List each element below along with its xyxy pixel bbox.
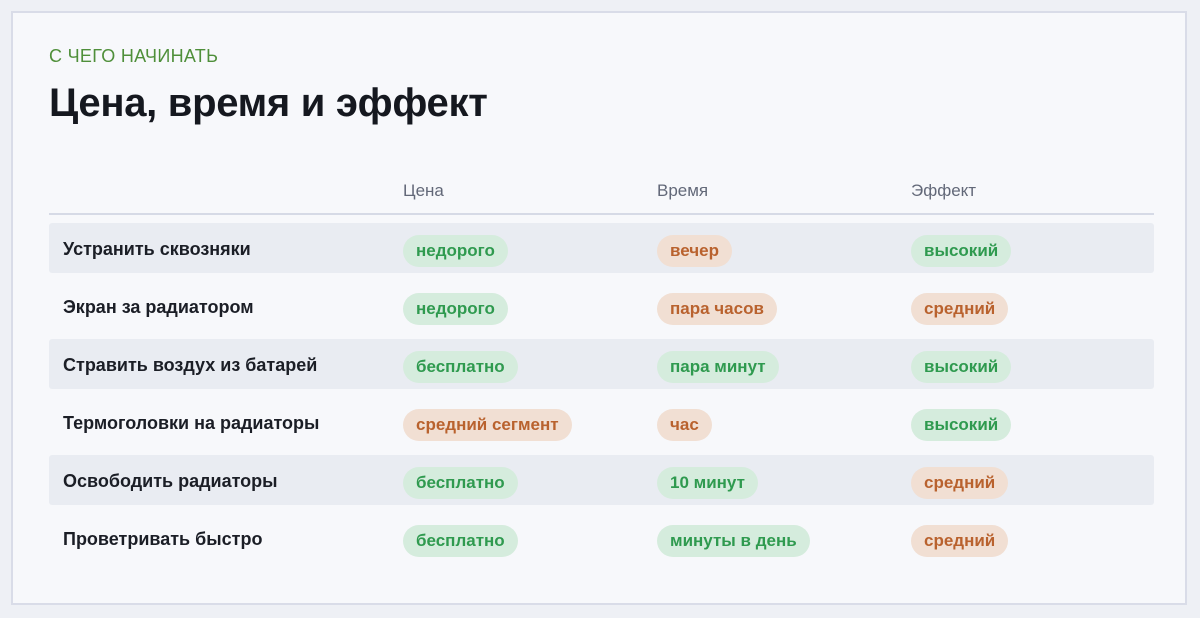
time-badge: пара часов bbox=[657, 293, 777, 325]
row-label: Экран за радиатором bbox=[63, 297, 254, 317]
effect-badge: высокий bbox=[911, 235, 1012, 267]
time-badge: 10 минут bbox=[657, 467, 758, 499]
price-badge: недорого bbox=[403, 235, 508, 267]
row-label: Освободить радиаторы bbox=[63, 471, 278, 491]
price-badge: бесплатно bbox=[403, 351, 518, 383]
table-body: Устранить сквозняки недорого вечер высок… bbox=[49, 223, 1154, 563]
comparison-card: С ЧЕГО НАЧИНАТЬ Цена, время и эффект Цен… bbox=[11, 11, 1187, 605]
page-title: Цена, время и эффект bbox=[49, 81, 488, 125]
column-header-price: Цена bbox=[403, 181, 444, 200]
price-badge: бесплатно bbox=[403, 525, 518, 557]
time-badge: вечер bbox=[657, 235, 732, 267]
table-row: Экран за радиатором недорого пара часов … bbox=[49, 281, 1154, 331]
time-badge: минуты в день bbox=[657, 525, 810, 557]
comparison-table: Цена Время Эффект Устранить сквозняки не… bbox=[49, 171, 1154, 571]
time-badge: пара минут bbox=[657, 351, 779, 383]
row-label: Устранить сквозняки bbox=[63, 239, 251, 259]
table-row: Устранить сквозняки недорого вечер высок… bbox=[49, 223, 1154, 273]
price-badge: недорого bbox=[403, 293, 508, 325]
effect-badge: средний bbox=[911, 293, 1009, 325]
price-badge: бесплатно bbox=[403, 467, 518, 499]
effect-badge: средний bbox=[911, 525, 1009, 557]
time-badge: час bbox=[657, 409, 712, 441]
effect-badge: высокий bbox=[911, 409, 1012, 441]
row-label: Стравить воздух из батарей bbox=[63, 355, 318, 375]
table-row: Освободить радиаторы бесплатно 10 минут … bbox=[49, 455, 1154, 505]
eyebrow-label: С ЧЕГО НАЧИНАТЬ bbox=[49, 46, 219, 66]
table-row: Проветривать быстро бесплатно минуты в д… bbox=[49, 513, 1154, 563]
table-row: Стравить воздух из батарей бесплатно пар… bbox=[49, 339, 1154, 389]
table-header: Цена Время Эффект bbox=[49, 171, 1154, 215]
row-label: Проветривать быстро bbox=[63, 529, 263, 549]
column-header-time: Время bbox=[657, 181, 709, 200]
effect-badge: высокий bbox=[911, 351, 1012, 383]
effect-badge: средний bbox=[911, 467, 1009, 499]
table-row: Термоголовки на радиаторы средний сегмен… bbox=[49, 397, 1154, 447]
row-label: Термоголовки на радиаторы bbox=[63, 413, 320, 433]
column-header-effect: Эффект bbox=[911, 181, 977, 200]
price-badge: средний сегмент bbox=[403, 409, 572, 441]
